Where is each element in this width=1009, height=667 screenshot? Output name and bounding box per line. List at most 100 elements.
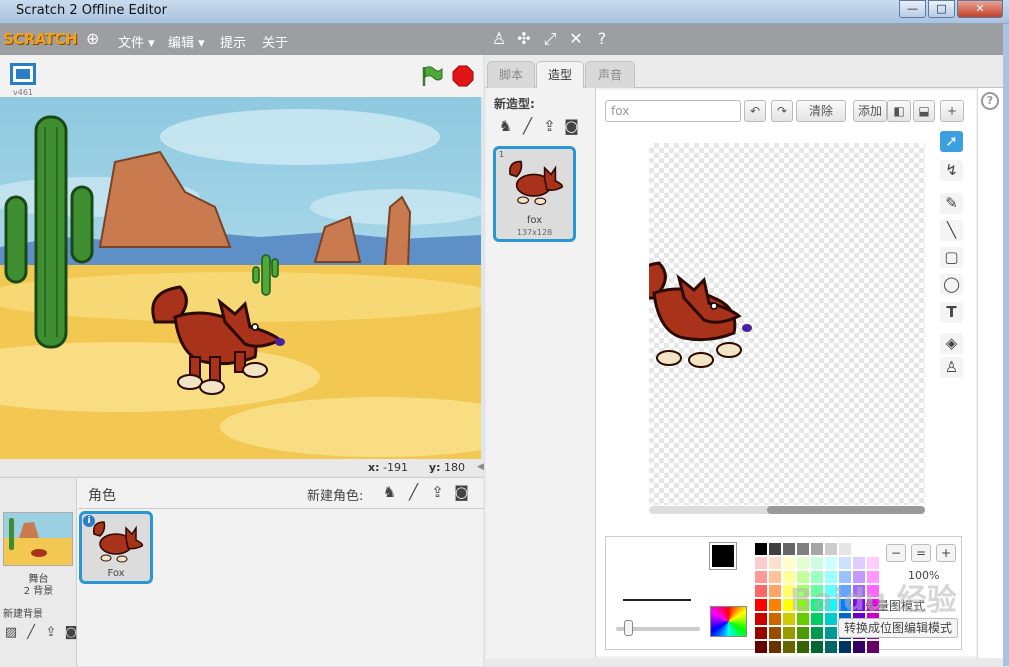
- color-swatch[interactable]: [867, 557, 879, 569]
- menu-tips[interactable]: 提示: [220, 32, 246, 51]
- color-swatch[interactable]: [797, 543, 809, 555]
- set-center-button[interactable]: +: [940, 100, 964, 122]
- upload-icon[interactable]: ⇪: [540, 117, 559, 136]
- flip-vertical-button[interactable]: ⬓: [913, 100, 935, 122]
- color-picker-icon[interactable]: [710, 606, 747, 637]
- rectangle-tool-icon[interactable]: ▢: [940, 247, 963, 268]
- backdrop-library-icon[interactable]: ▨: [3, 626, 19, 640]
- color-swatch[interactable]: [867, 641, 879, 653]
- menu-file[interactable]: 文件 ▾: [118, 32, 155, 51]
- primary-color-swatch[interactable]: [709, 542, 737, 570]
- color-swatch[interactable]: [797, 641, 809, 653]
- color-swatch[interactable]: [811, 627, 823, 639]
- color-swatch[interactable]: [755, 599, 767, 611]
- color-swatch[interactable]: [825, 557, 837, 569]
- presentation-mode-button[interactable]: [10, 63, 36, 85]
- tab-scripts[interactable]: 脚本: [487, 61, 535, 88]
- menu-about[interactable]: 关于: [262, 32, 288, 51]
- color-swatch[interactable]: [769, 557, 781, 569]
- stage-canvas[interactable]: [0, 97, 481, 459]
- paint-brush-icon[interactable]: ╱: [23, 626, 39, 640]
- horizontal-scrollbar[interactable]: [649, 506, 925, 514]
- fill-tool-icon[interactable]: ◈: [940, 333, 963, 354]
- color-swatch[interactable]: [769, 627, 781, 639]
- color-swatch[interactable]: [769, 599, 781, 611]
- color-swatch[interactable]: [783, 543, 795, 555]
- slider-knob[interactable]: [624, 620, 633, 636]
- sprite-library-icon[interactable]: ♞: [380, 483, 399, 502]
- camera-icon[interactable]: ◙: [63, 626, 79, 640]
- costume-name-input[interactable]: [605, 100, 741, 122]
- collapse-stage-icon[interactable]: ◀: [477, 462, 484, 474]
- color-swatch[interactable]: [839, 543, 851, 555]
- tab-costumes[interactable]: 造型: [536, 61, 584, 89]
- add-button[interactable]: 添加: [853, 100, 887, 122]
- color-swatch[interactable]: [755, 613, 767, 625]
- globe-icon[interactable]: ⊕: [86, 30, 104, 48]
- color-swatch[interactable]: [839, 557, 851, 569]
- color-swatch[interactable]: [783, 627, 795, 639]
- clear-button[interactable]: 清除: [796, 100, 846, 122]
- color-swatch[interactable]: [825, 543, 837, 555]
- stamp-icon[interactable]: ♙: [490, 30, 508, 48]
- pencil-tool-icon[interactable]: ✎: [940, 193, 963, 214]
- stage-thumbnail[interactable]: [3, 512, 73, 566]
- undo-button[interactable]: ↶: [744, 100, 766, 122]
- color-swatch[interactable]: [825, 627, 837, 639]
- color-swatch[interactable]: [783, 641, 795, 653]
- zoom-reset-button[interactable]: =: [911, 544, 931, 562]
- ellipse-tool-icon[interactable]: ◯: [940, 274, 963, 295]
- color-swatch[interactable]: [769, 543, 781, 555]
- color-swatch[interactable]: [769, 585, 781, 597]
- zoom-in-button[interactable]: +: [936, 544, 956, 562]
- grow-icon[interactable]: ⤢: [541, 30, 559, 48]
- upload-icon[interactable]: ⇪: [428, 483, 447, 502]
- menu-edit[interactable]: 编辑 ▾: [168, 32, 205, 51]
- minimize-button[interactable]: —: [899, 0, 926, 18]
- color-swatch[interactable]: [769, 613, 781, 625]
- color-swatch[interactable]: [853, 557, 865, 569]
- paint-brush-icon[interactable]: ╱: [404, 483, 423, 502]
- color-swatch[interactable]: [755, 641, 767, 653]
- drawing-canvas[interactable]: [649, 143, 925, 505]
- color-swatch[interactable]: [797, 557, 809, 569]
- tab-sounds[interactable]: 声音: [585, 61, 635, 88]
- select-tool-icon[interactable]: ➚: [940, 131, 963, 152]
- color-swatch[interactable]: [811, 641, 823, 653]
- camera-icon[interactable]: ◙: [452, 483, 471, 502]
- costume-tile-fox[interactable]: 1 fox 137x128: [493, 146, 576, 242]
- color-swatch[interactable]: [755, 627, 767, 639]
- color-swatch[interactable]: [811, 557, 823, 569]
- color-swatch[interactable]: [783, 557, 795, 569]
- color-swatch[interactable]: [853, 641, 865, 653]
- color-swatch[interactable]: [853, 543, 865, 555]
- shrink-icon[interactable]: ✕: [567, 30, 585, 48]
- help-icon[interactable]: ?: [593, 30, 611, 48]
- color-swatch[interactable]: [755, 557, 767, 569]
- color-swatch[interactable]: [839, 641, 851, 653]
- help-icon[interactable]: ?: [981, 92, 999, 110]
- paint-brush-icon[interactable]: ╱: [518, 117, 537, 136]
- color-swatch[interactable]: [769, 641, 781, 653]
- costume-library-icon[interactable]: ♞: [496, 117, 515, 136]
- reshape-tool-icon[interactable]: ↯: [940, 160, 963, 181]
- color-swatch[interactable]: [755, 543, 767, 555]
- close-button[interactable]: ✕: [957, 0, 1003, 18]
- color-swatch[interactable]: [811, 543, 823, 555]
- cut-icon[interactable]: ✣: [515, 30, 533, 48]
- color-swatch[interactable]: [755, 571, 767, 583]
- line-tool-icon[interactable]: ╲: [940, 220, 963, 241]
- color-swatch[interactable]: [867, 543, 879, 555]
- color-swatch[interactable]: [797, 627, 809, 639]
- convert-bitmap-button[interactable]: 转换成位图编辑模式: [838, 618, 958, 638]
- scratch-logo[interactable]: SCRATCH: [3, 30, 78, 48]
- text-tool-icon[interactable]: T: [940, 302, 963, 323]
- color-swatch[interactable]: [769, 571, 781, 583]
- stamp-tool-icon[interactable]: ♙: [940, 357, 963, 378]
- redo-button[interactable]: ↷: [771, 100, 793, 122]
- camera-icon[interactable]: ◙: [562, 117, 581, 136]
- flip-horizontal-button[interactable]: ◧: [887, 100, 911, 122]
- maximize-button[interactable]: □: [928, 0, 955, 18]
- green-flag-icon[interactable]: [420, 65, 444, 87]
- stop-sign-icon[interactable]: [452, 65, 474, 87]
